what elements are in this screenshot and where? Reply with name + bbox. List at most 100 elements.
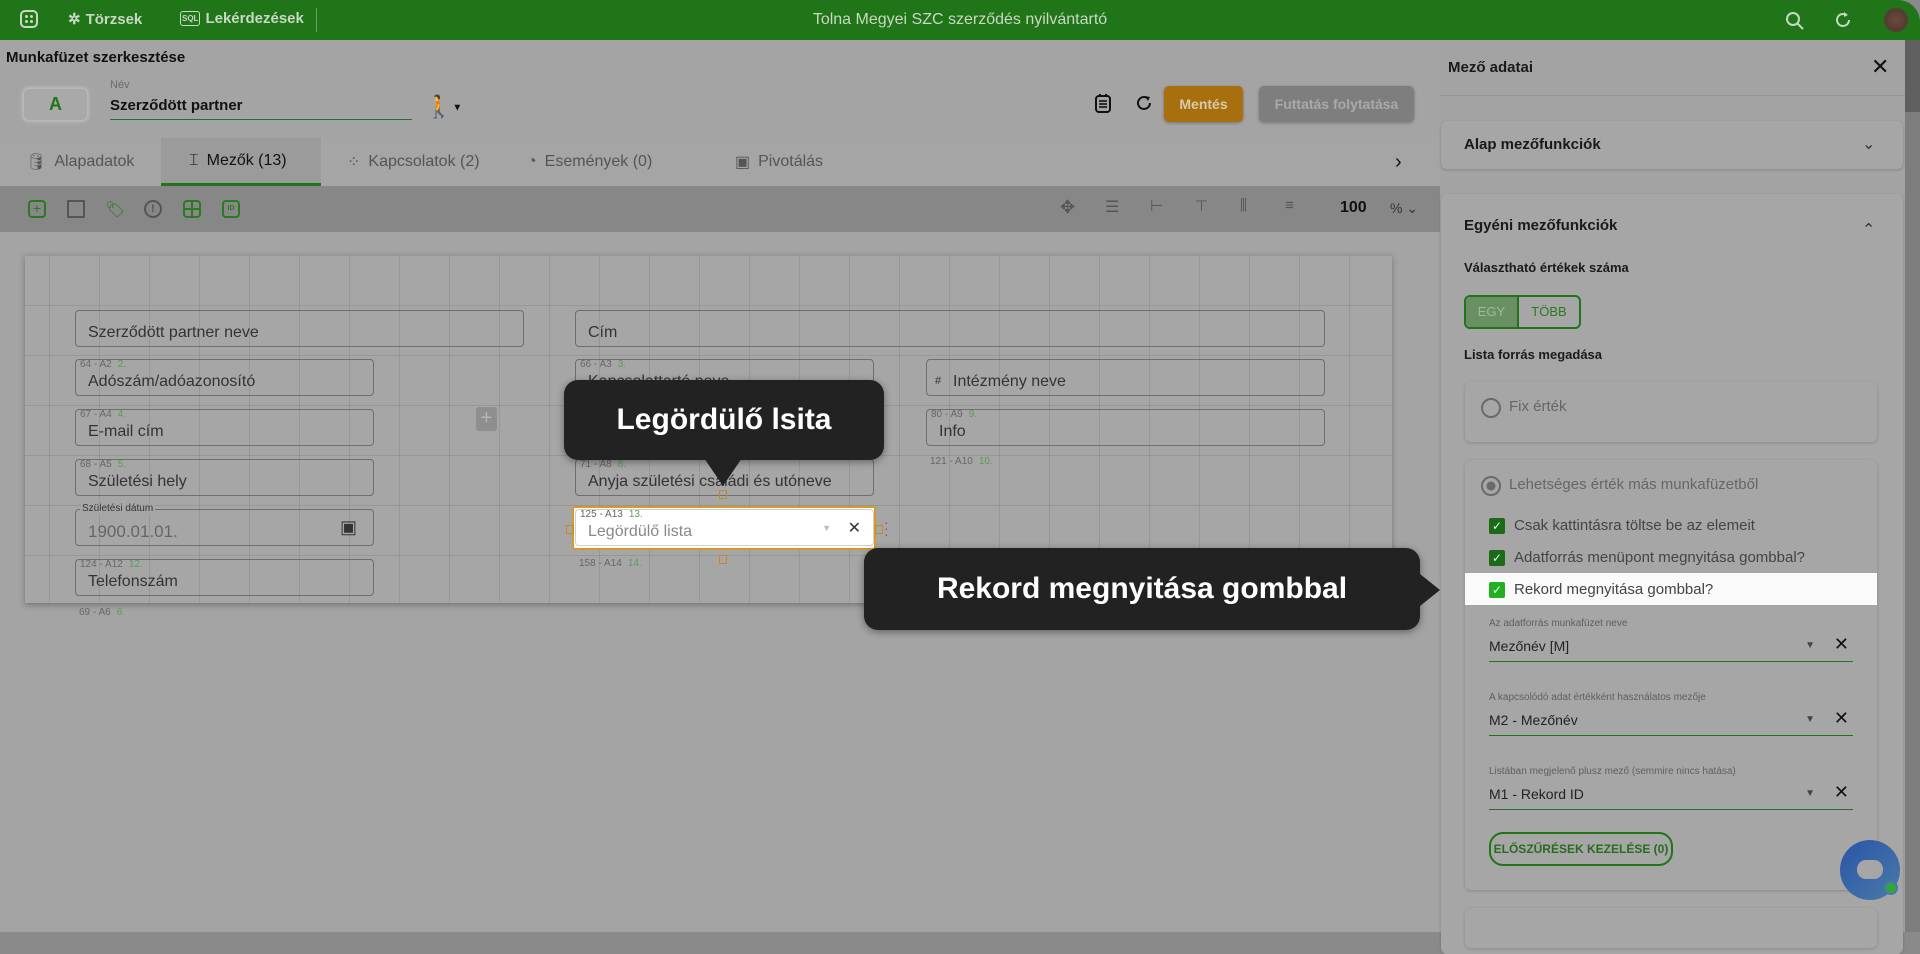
caret-down-icon[interactable]: ▼ — [1805, 714, 1815, 725]
resize-handle-bottom[interactable] — [719, 555, 727, 564]
add-field-icon[interactable]: + — [28, 200, 46, 218]
empty-slot-label: 158 - A14 14. — [579, 558, 642, 569]
chevron-right-icon: › — [1395, 150, 1402, 173]
reload-icon[interactable] — [1135, 94, 1153, 112]
check-icon: ✓ — [1489, 517, 1505, 534]
calendar-icon[interactable]: ▣ — [340, 517, 357, 538]
zoom-unit-dropdown[interactable]: % ⌄ — [1390, 200, 1418, 217]
field-partner-name[interactable]: Szerződött partner neve — [75, 310, 524, 347]
tab-esemenyek[interactable]: ◔ Események (0) — [527, 138, 652, 186]
select-value-field[interactable]: A kapcsolódó adat értékként használatos … — [1489, 692, 1853, 736]
field-address[interactable]: Cím — [575, 310, 1325, 347]
select-value: M2 - Mezőnév — [1489, 712, 1578, 728]
radio-other[interactable] — [1481, 476, 1501, 496]
field-value: Cím — [588, 324, 618, 341]
refresh-icon[interactable] — [1833, 10, 1853, 30]
radio-fixed[interactable] — [1481, 398, 1501, 418]
toggle-egy[interactable]: EGY — [1466, 297, 1519, 327]
checkbox-open-datasource[interactable]: ✓ Adatforrás menüpont megnyitása gombbal? — [1489, 549, 1805, 566]
field-code: 125 - A13 13. — [580, 509, 643, 520]
more-vertical-icon[interactable]: · · · — [884, 515, 889, 541]
relations-icon: ⁘ — [347, 154, 361, 171]
resize-handle-right[interactable] — [875, 525, 883, 534]
field-institution-name[interactable]: # Intézmény neve — [926, 359, 1325, 396]
clear-icon[interactable]: ✕ — [1834, 634, 1849, 655]
canvas-toolbar: + 🏷 ! ID ✥ ☰ ⊢ ⊤ ⫼ ≡ 100 % ⌄ — [0, 186, 1440, 232]
empty-slot-label: 121 - A10 10. — [930, 456, 993, 467]
field-info[interactable]: 80 - A9 9. Info — [926, 409, 1325, 446]
select-source-workbook[interactable]: Az adatforrás munkafüzet neve Mezőnév [M]… — [1489, 618, 1853, 662]
select-extra-field[interactable]: Listában megjelenő plusz mező (semmire n… — [1489, 766, 1853, 810]
tab-mezok[interactable]: ⌶ Mezők (13) — [161, 138, 321, 186]
zoom-value[interactable]: 100 — [1340, 199, 1367, 217]
page-title: Munkafüzet szerkesztése — [6, 49, 186, 66]
tabs-next-button[interactable]: › — [1395, 138, 1402, 186]
add-field-button[interactable]: + — [476, 407, 497, 431]
field-email[interactable]: 67 - A4 4. E-mail cím — [75, 409, 374, 446]
field-value: Legördülő lista — [588, 523, 693, 540]
id-icon[interactable]: ID — [222, 200, 240, 218]
empty-slot-label: 69 - A6 6. — [79, 607, 126, 618]
search-icon[interactable] — [1785, 11, 1805, 31]
tab-pivotalas[interactable]: ▣ Pivotálás — [735, 138, 823, 186]
field-dropdown-list[interactable]: 125 - A13 13. Legördülő lista ▼ ✕ — [575, 509, 874, 546]
close-panel-button[interactable]: ✕ — [1871, 54, 1889, 80]
clipboard-icon[interactable] — [1094, 93, 1112, 113]
chat-button[interactable] — [1840, 840, 1900, 900]
alert-icon[interactable]: ! — [144, 200, 162, 218]
save-button[interactable]: Mentés — [1164, 86, 1243, 122]
field-value: Telefonszám — [88, 573, 178, 590]
panel-title: Mező adatai — [1448, 59, 1534, 76]
accessibility-dropdown[interactable]: 🚶▼ — [425, 94, 462, 120]
scrollbar-thumb[interactable] — [1905, 40, 1920, 112]
clear-icon[interactable]: ✕ — [1834, 782, 1849, 803]
grid-icon[interactable] — [183, 200, 201, 218]
align-center-icon[interactable]: ≡ — [1285, 197, 1303, 215]
distribute-horizontal-icon[interactable]: ⫼ — [1240, 197, 1258, 215]
field-value: 1900.01.01. — [88, 522, 178, 541]
tab-alapadatok[interactable]: 🛢 Alapadatok — [26, 138, 134, 186]
caret-down-icon[interactable]: ▼ — [1805, 640, 1815, 651]
tab-bar: 🛢 Alapadatok ⌶ Mezők (13) ⁘ Kapcsolatok (2)… — [0, 138, 1440, 186]
top-bar: ✲ Törzsek SQL Lekérdezések Tolna Megyei SZ… — [0, 0, 1920, 40]
checkbox-label: Adatforrás menüpont megnyitása gombbal? — [1514, 549, 1806, 566]
resize-handle-left[interactable] — [566, 525, 574, 534]
chevron-up-icon[interactable]: ⌄ — [1862, 218, 1875, 238]
select-value: M1 - Rekord ID — [1489, 786, 1584, 802]
resize-handle-top[interactable] — [719, 490, 727, 499]
continue-run-button[interactable]: Futtatás folytatása — [1259, 86, 1414, 122]
field-code: 66 - A3 3. — [580, 359, 627, 370]
field-birth-date[interactable]: Születési dátum 1900.01.01. ▣ — [75, 503, 374, 546]
workbook-avatar[interactable]: A — [23, 88, 88, 121]
chevron-down-icon[interactable]: ⌄ — [1862, 134, 1875, 154]
field-phone[interactable]: 124 - A12 12. Telefonszám — [75, 559, 374, 596]
caret-down-icon[interactable]: ▼ — [1805, 788, 1815, 799]
move-icon[interactable]: ✥ — [1060, 197, 1078, 217]
caret-down-icon[interactable]: ▼ — [822, 523, 831, 533]
prefilters-button[interactable]: ELŐSZŰRÉSEK KEZELÉSE (0) — [1489, 832, 1673, 866]
select-label: Az adatforrás munkafüzet neve — [1489, 618, 1628, 629]
align-top-icon[interactable]: ⊤ — [1195, 197, 1213, 215]
align-left-icon[interactable]: ⊢ — [1150, 197, 1168, 215]
distribute-vertical-icon[interactable]: ☰ — [1105, 197, 1123, 216]
radio-card-next[interactable] — [1465, 908, 1877, 948]
divider — [1440, 95, 1905, 96]
field-value: Intézmény neve — [953, 373, 1066, 390]
list-source-label: Lista forrás megadása — [1464, 347, 1603, 362]
tooltip-arrow-right — [1420, 574, 1440, 606]
toggle-tobb[interactable]: TÖBB — [1519, 297, 1579, 327]
user-avatar[interactable] — [1884, 8, 1908, 32]
clear-icon[interactable]: ✕ — [1834, 708, 1849, 729]
tab-kapcsolatok[interactable]: ⁘ Kapcsolatok (2) — [347, 138, 480, 186]
tag-icon[interactable]: 🏷 — [105, 200, 125, 219]
checkbox-open-record[interactable]: ✓ Rekord megnyitása gombbal? — [1489, 581, 1713, 598]
scrollbar[interactable] — [1905, 40, 1920, 932]
checkbox-load-on-click[interactable]: ✓ Csak kattintásra töltse be az elemeit — [1489, 517, 1755, 534]
clear-icon[interactable]: ✕ — [848, 518, 861, 538]
name-label: Név — [110, 79, 130, 91]
name-input[interactable]: Szerződött partner — [110, 95, 412, 120]
frame-icon[interactable] — [67, 200, 85, 218]
field-tax-id[interactable]: 64 - A2 2. Adószám/adóazonosító — [75, 359, 374, 396]
database-icon: 🛢 — [26, 154, 47, 171]
field-birthplace[interactable]: 68 - A5 5. Születési hely — [75, 459, 374, 496]
